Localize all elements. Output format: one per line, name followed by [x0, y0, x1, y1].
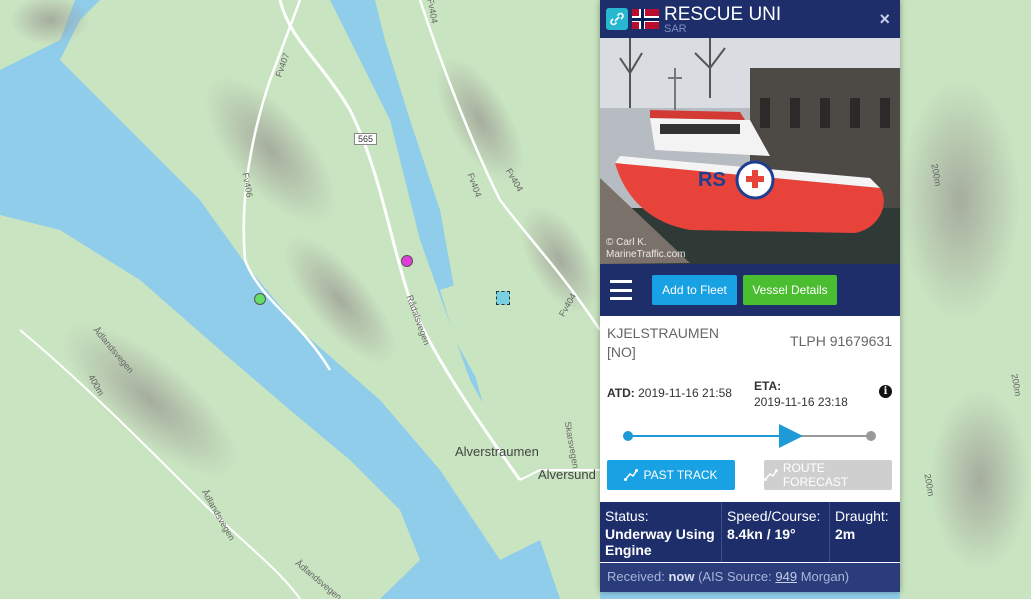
place-label-alverstraumen: Alverstraumen — [455, 444, 539, 459]
selected-vessel-marker[interactable] — [496, 291, 510, 305]
place-label-alversund: Alversund — [538, 467, 596, 482]
vessel-dot-magenta[interactable] — [401, 255, 413, 267]
add-to-fleet-button[interactable]: Add to Fleet — [652, 275, 737, 305]
received-when: now — [668, 569, 695, 584]
vessel-dot-green[interactable] — [254, 293, 266, 305]
voyage-progress — [607, 422, 892, 452]
eta-value: 2019-11-16 23:18 — [754, 395, 848, 409]
ais-source-link[interactable]: 949 — [775, 569, 797, 584]
route-forecast-button[interactable]: ROUTE FORECAST — [764, 460, 892, 490]
status-value: Underway Using Engine — [605, 526, 715, 558]
svg-text:RS: RS — [698, 169, 726, 191]
info-icon[interactable]: i — [879, 385, 892, 398]
speed-cell: Speed/Course: 8.4kn / 19° — [722, 502, 830, 562]
speed-label: Speed/Course: — [727, 508, 821, 524]
progress-arrow-icon — [779, 424, 803, 448]
panel-header: RESCUE UNI SAR × — [600, 0, 900, 38]
close-button[interactable]: × — [879, 10, 890, 28]
vessel-details-button[interactable]: Vessel Details — [743, 275, 837, 305]
photo-watermark: MarineTraffic.com — [606, 249, 686, 260]
received-label: Received: — [607, 569, 665, 584]
menu-icon[interactable] — [610, 280, 632, 300]
departure-point — [623, 431, 633, 441]
norway-flag-icon — [632, 9, 659, 29]
status-cell: Status: Underway Using Engine — [600, 502, 722, 562]
atd-label: ATD: — [607, 386, 635, 400]
arrival-point — [866, 431, 876, 441]
eta: ETA: 2019-11-16 23:18 — [754, 378, 848, 410]
vessel-type: SAR — [664, 23, 687, 35]
vessel-photo[interactable]: RS © Carl K. MarineTraffic.com — [600, 38, 900, 264]
action-bar: Add to Fleet Vessel Details — [600, 264, 900, 316]
ais-source-prefix: (AIS Source: — [698, 569, 772, 584]
received-info: Received: now (AIS Source: 949 Morgan) — [600, 563, 900, 592]
link-icon[interactable] — [606, 8, 628, 30]
draught-label: Draught: — [835, 508, 889, 524]
destination: KJELSTRAUMEN [NO] — [607, 325, 720, 360]
draught-cell: Draught: 2m — [830, 502, 900, 562]
vessel-photo-image: RS — [600, 38, 900, 264]
road-shield: 565 — [354, 133, 378, 145]
atd-value: 2019-11-16 21:58 — [638, 386, 732, 400]
ais-source-suffix: Morgan) — [800, 569, 850, 584]
status-bar: Status: Underway Using Engine Speed/Cour… — [600, 502, 900, 562]
photo-credit: © Carl K. — [606, 237, 647, 248]
past-track-button[interactable]: PAST TRACK — [607, 460, 735, 490]
vessel-info-panel: RESCUE UNI SAR × RS © Carl K. MarineTraf… — [600, 0, 900, 592]
status-label: Status: — [605, 508, 649, 524]
eta-label: ETA: — [754, 379, 782, 393]
vessel-name: RESCUE UNI — [664, 4, 782, 25]
atd: ATD: 2019-11-16 21:58 — [607, 386, 732, 400]
route-icon — [764, 469, 778, 481]
phone: TLPH 91679631 — [790, 333, 892, 349]
track-icon — [624, 469, 639, 481]
draught-value: 2m — [835, 526, 856, 542]
voyage-info: KJELSTRAUMEN [NO] TLPH 91679631 ATD: 201… — [600, 316, 900, 502]
speed-value: 8.4kn / 19° — [727, 526, 796, 542]
